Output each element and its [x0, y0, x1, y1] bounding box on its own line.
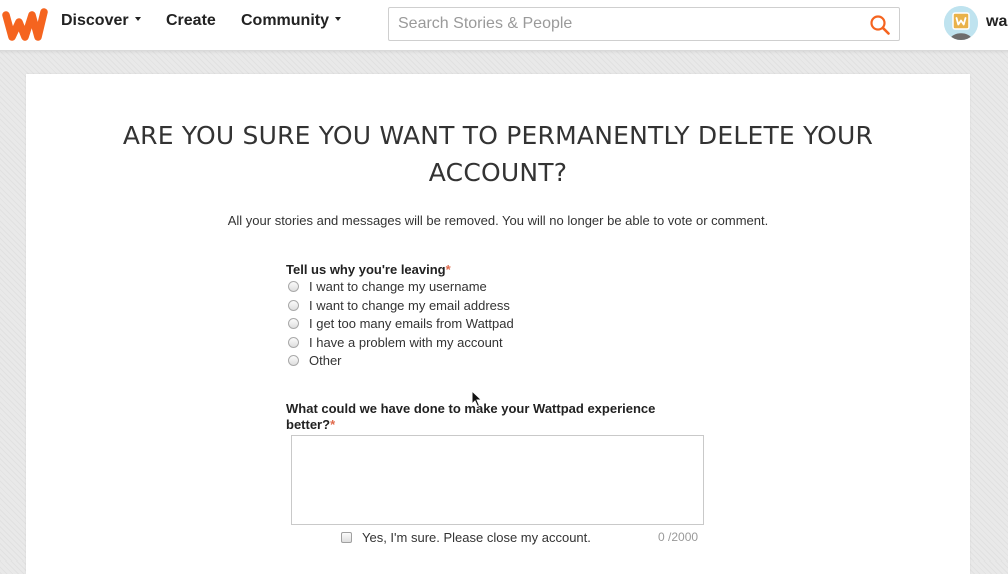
radio-button[interactable] [288, 336, 299, 348]
reason-option-other[interactable]: Other [288, 351, 342, 369]
reason-option-account-problem[interactable]: I have a problem with my account [288, 333, 503, 351]
username-label[interactable]: wa [986, 13, 1007, 31]
reason-option-label: I get too many emails from Wattpad [309, 315, 514, 331]
nav-community-label: Community [241, 12, 329, 29]
page-title: ARE YOU SURE YOU WANT TO PERMANENTLY DEL… [122, 121, 874, 187]
nav-create-link[interactable]: Create [166, 12, 216, 30]
feedback-question-text: What could we have done to make your Wat… [286, 401, 656, 432]
leaving-reason-text: Tell us why you're leaving [286, 262, 446, 277]
radio-button[interactable] [288, 354, 299, 366]
character-counter: 0 /2000 [658, 530, 699, 544]
nav-community-menu[interactable]: Community [241, 12, 341, 30]
search-icon[interactable] [869, 14, 891, 36]
search-input[interactable] [389, 8, 859, 40]
page-subtitle: All your stories and messages will be re… [227, 213, 769, 228]
reason-option-change-username[interactable]: I want to change my username [288, 277, 487, 295]
reason-option-change-email[interactable]: I want to change my email address [288, 296, 510, 314]
feedback-textarea[interactable] [291, 435, 704, 525]
radio-button[interactable] [288, 280, 299, 292]
delete-account-panel: ARE YOU SURE YOU WANT TO PERMANENTLY DEL… [26, 74, 970, 574]
chevron-down-icon [335, 16, 341, 21]
reason-option-label: I have a problem with my account [309, 334, 503, 350]
confirm-checkbox-label: Yes, I'm sure. Please close my account. [362, 529, 591, 545]
nav-create-label: Create [166, 12, 216, 29]
confirm-close-account-checkbox-row[interactable]: Yes, I'm sure. Please close my account. [341, 528, 591, 546]
feedback-question-label: What could we have done to make your Wat… [286, 401, 696, 433]
reason-option-too-many-emails[interactable]: I get too many emails from Wattpad [288, 314, 514, 332]
leaving-reason-label: Tell us why you're leaving* [286, 262, 451, 277]
chevron-down-icon [134, 16, 141, 21]
reason-option-label: Other [309, 352, 342, 368]
radio-button[interactable] [288, 299, 299, 311]
nav-discover-label: Discover [61, 12, 129, 29]
reason-option-label: I want to change my email address [309, 297, 510, 313]
top-navigation-bar: Discover Create Community wa [0, 0, 1008, 51]
search-box [388, 7, 900, 41]
user-avatar[interactable] [944, 6, 978, 40]
avatar-image-icon [944, 6, 978, 40]
reason-option-label: I want to change my username [309, 278, 487, 294]
radio-button[interactable] [288, 317, 299, 329]
required-asterisk: * [330, 417, 336, 432]
nav-discover-menu[interactable]: Discover [61, 12, 141, 30]
wattpad-logo-icon[interactable] [2, 6, 48, 44]
confirm-checkbox[interactable] [341, 531, 352, 543]
required-asterisk: * [445, 262, 451, 277]
